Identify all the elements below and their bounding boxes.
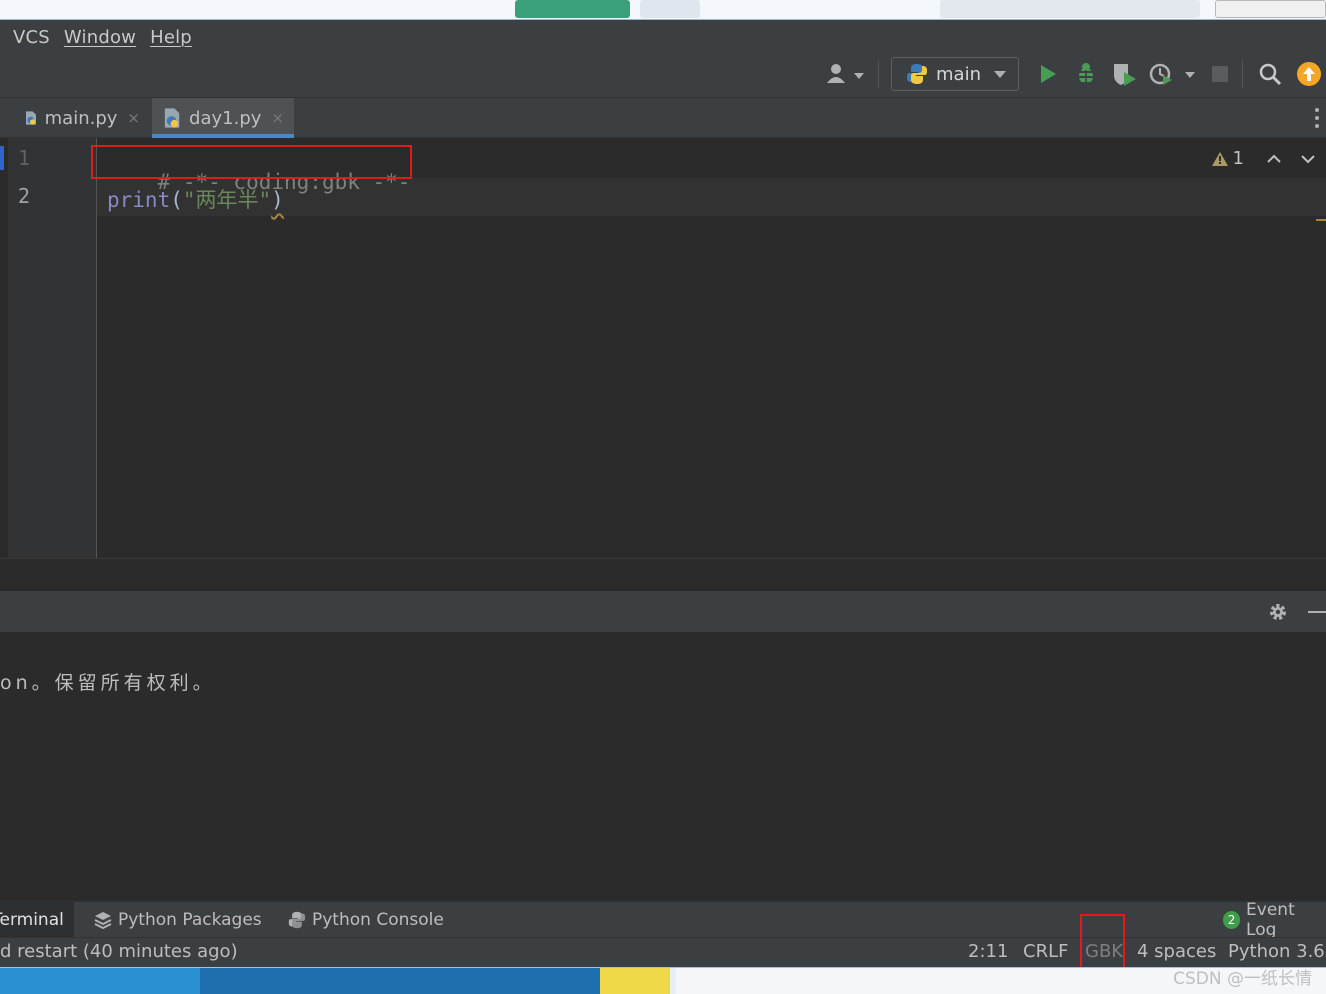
desktop-top-strip [0,0,1326,20]
watermark-text: CSDN @一纸长情 [1173,969,1312,989]
code-string: "两年半" [182,188,272,212]
menu-bar: VCS Window Help [0,20,1326,54]
tool-tab-python-packages[interactable]: Python Packages [94,902,262,938]
terminal-header [0,590,1326,632]
menu-help[interactable]: Help [150,27,192,48]
stop-icon [1212,66,1228,82]
annotation-highlight-box [91,145,412,179]
tool-tab-label: Event Log [1246,900,1295,940]
run-configuration-selector[interactable]: main [891,57,1019,91]
python-interpreter[interactable]: Python 3.6 [1228,941,1325,962]
taskbar-decoration [600,968,670,994]
python-file-icon [25,111,36,125]
close-icon[interactable]: × [271,109,284,127]
code-paren: ) [271,188,284,212]
indent-setting[interactable]: 4 spaces [1137,941,1216,962]
background-window-fragment [940,0,1200,18]
run-icon [1041,65,1056,83]
gear-icon[interactable] [1267,601,1289,623]
inspection-count: 1 [1232,148,1244,169]
inspection-widget[interactable]: 1 [1211,148,1316,169]
layers-icon [94,912,112,929]
chevron-down-icon[interactable] [1300,153,1316,165]
tab-main-py[interactable]: main.py × [14,98,150,138]
editor-bottom-area [0,558,1326,590]
profile-button[interactable] [1148,60,1198,88]
background-window-fragment [515,0,630,18]
tab-day1-py[interactable]: day1.py × [152,98,294,138]
editor-tab-bar: main.py × day1.py × [0,98,1326,138]
toolbar-separator [878,60,879,88]
tool-tab-label: Terminal [0,910,64,930]
user-menu-button[interactable] [822,60,866,88]
coverage-button[interactable] [1110,60,1138,88]
terminal-output-line: on。保留所有权利。 [0,672,216,694]
current-line-marker [0,146,4,170]
error-stripe-mark[interactable] [1316,219,1326,221]
minimize-icon[interactable] [1308,611,1326,613]
tool-tab-label: Python Console [312,910,444,930]
tool-window-bar: Terminal Python Packages Python Console … [0,900,1326,940]
update-icon [1297,62,1321,86]
tab-label: day1.py [189,107,262,129]
tab-label: main.py [44,107,118,129]
close-icon[interactable]: × [127,109,140,127]
coverage-icon [1114,64,1136,86]
profile-icon [1149,63,1195,85]
desktop-taskbar [0,967,1326,994]
python-file-icon [164,108,180,128]
code-editor[interactable]: 1 2 # -*- coding:gbk -*- print("两年半") 1 [0,138,1326,558]
menu-vcs[interactable]: VCS [13,27,50,48]
event-count-badge: 2 [1223,911,1241,929]
line-number: 1 [18,146,31,170]
menu-window[interactable]: Window [64,27,136,48]
tool-tab-label: Python Packages [118,910,262,930]
background-window-fragment [640,0,700,18]
python-icon [907,64,927,84]
chevron-up-icon[interactable] [1266,153,1282,165]
update-button[interactable] [1294,60,1324,88]
debug-icon [1076,63,1096,84]
warning-icon [1211,151,1228,166]
chevron-down-icon [993,71,1006,78]
stop-button[interactable] [1208,60,1232,88]
toolbar-separator [1242,60,1243,88]
tool-tab-terminal[interactable]: Terminal [0,902,74,938]
search-everywhere-button[interactable] [1256,60,1284,88]
taskbar-decoration [0,968,200,994]
run-config-label: main [936,63,981,85]
background-window-fragment [1215,0,1326,18]
more-vertical-icon[interactable] [1314,106,1320,130]
line-separator[interactable]: CRLF [1023,941,1068,962]
tool-tab-event-log[interactable]: 2 Event Log [1223,900,1326,940]
search-icon [1259,63,1282,86]
user-icon [827,64,864,83]
run-button[interactable] [1036,60,1060,88]
code-builtin: print [107,188,171,212]
tool-tab-python-console[interactable]: Python Console [288,902,444,938]
line-number: 2 [18,184,31,208]
status-bar: d restart (40 minutes ago) 2:11 CRLF GBK… [0,937,1326,967]
python-icon [288,911,306,929]
caret-position[interactable]: 2:11 [968,941,1008,962]
status-message[interactable]: d restart (40 minutes ago) [0,941,238,962]
code-line-2: print("两年半") [107,184,284,214]
debug-button[interactable] [1072,60,1100,88]
code-paren: ( [170,188,183,212]
